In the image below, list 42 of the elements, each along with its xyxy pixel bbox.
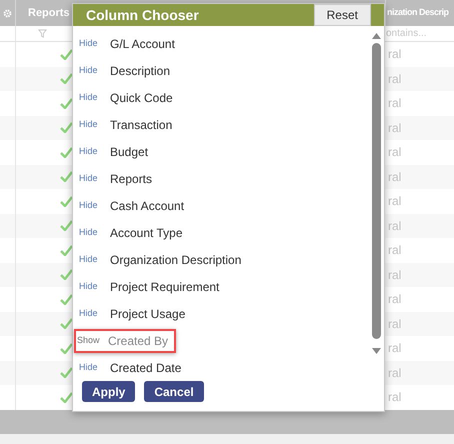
hide-link[interactable]: Hide (79, 118, 110, 132)
reset-button[interactable]: Reset (314, 4, 371, 26)
apply-button[interactable]: Apply (82, 381, 136, 402)
hide-link[interactable]: Hide (79, 90, 110, 104)
table-cell-text: ral (388, 340, 402, 358)
hide-link[interactable]: Hide (79, 198, 110, 212)
scroll-up-icon[interactable] (372, 33, 380, 39)
table-cell-text: ral (388, 242, 402, 260)
hide-link[interactable]: Hide (79, 144, 110, 158)
column-name: Organization Description (110, 252, 242, 268)
table-cell-text: ral (388, 389, 402, 406)
column-name: Description (110, 62, 170, 80)
column-name: Project Requirement (110, 278, 220, 296)
column-name: Account Type (110, 224, 182, 242)
hide-link[interactable]: Hide (79, 306, 110, 320)
hide-link[interactable]: Hide (79, 360, 110, 374)
column-name: Created Date (110, 360, 182, 376)
column-name: Reports (110, 170, 152, 188)
table-cell-text: ral (388, 291, 402, 308)
hide-link[interactable]: Hide (79, 172, 110, 186)
table-cell-text: ral (388, 95, 402, 112)
cancel-button[interactable]: Cancel (144, 381, 204, 402)
table-cell-text: ral (388, 193, 402, 210)
scroll-down-icon[interactable] (372, 348, 380, 354)
show-link[interactable]: Show (77, 334, 108, 348)
hide-link[interactable]: Hide (79, 64, 110, 78)
scroll-thumb[interactable] (372, 43, 380, 339)
column-name: Budget (110, 144, 148, 160)
column-name: Transaction (110, 116, 172, 134)
column-name: Created By (108, 332, 168, 350)
hide-link[interactable]: Hide (79, 280, 110, 294)
column-name: Quick Code (110, 90, 173, 106)
dialog-title: Column Chooser (86, 6, 199, 24)
hide-link[interactable]: Hide (79, 226, 110, 240)
hide-link[interactable]: Hide (79, 252, 110, 266)
table-cell-text: ral (388, 46, 402, 64)
column-name: G/L Account (110, 36, 175, 52)
gear-icon[interactable] (3, 8, 12, 18)
hide-link[interactable]: Hide (79, 36, 110, 50)
column-name: Cash Account (110, 198, 184, 214)
table-cell-text: ral (388, 144, 402, 162)
column-name: Project Usage (110, 306, 186, 322)
